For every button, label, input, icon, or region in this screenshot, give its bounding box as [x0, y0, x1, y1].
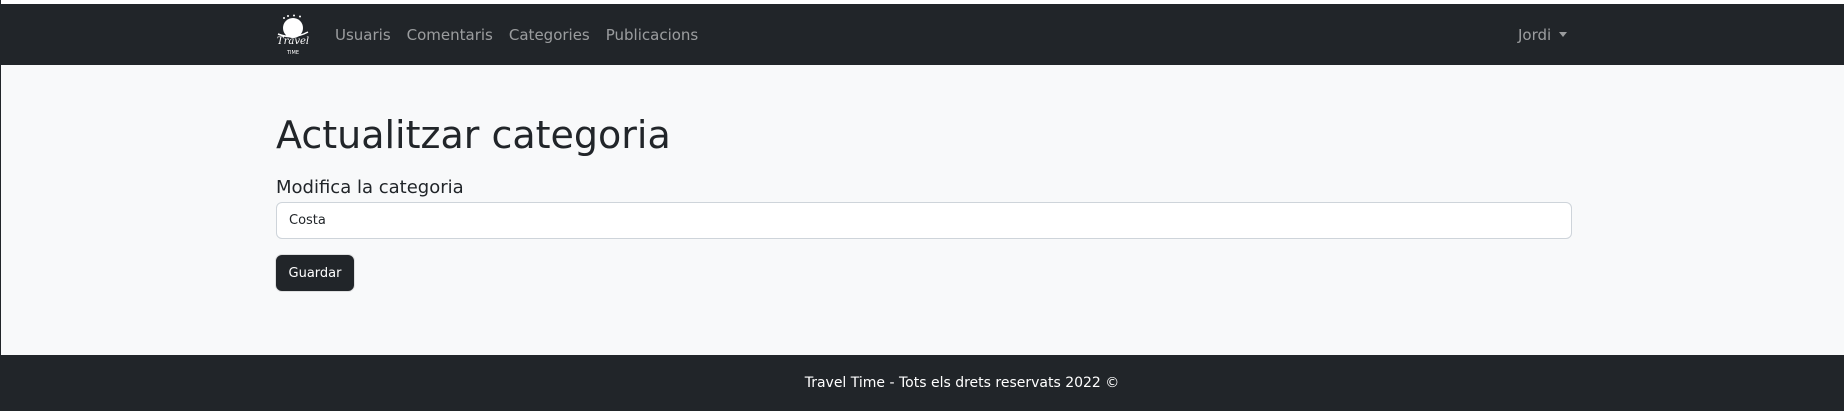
footer-copyright: Travel Time - Tots els drets reservats 2… — [804, 375, 1120, 391]
page-footer: Travel Time - Tots els drets reservats 2… — [0, 355, 1844, 411]
travel-time-logo[interactable]: Travel TIME — [275, 14, 311, 56]
caret-down-icon — [1559, 32, 1568, 37]
travel-time-logo-icon: Travel TIME — [277, 14, 309, 56]
category-field-label: Modifica la categoria — [276, 177, 464, 198]
top-navbar: Travel TIME Usuaris Comentaris Categorie… — [0, 4, 1844, 65]
nav-link-usuaris[interactable]: Usuaris — [335, 26, 391, 44]
page-title: Actualitzar categoria — [276, 113, 671, 157]
user-dropdown-toggle[interactable]: Jordi — [1518, 4, 1568, 65]
logo-text-top: Travel — [277, 36, 309, 47]
logo-text-bottom: TIME — [286, 50, 299, 56]
user-name: Jordi — [1518, 25, 1552, 44]
nav-link-comentaris[interactable]: Comentaris — [407, 26, 493, 44]
nav-link-categories[interactable]: Categories — [509, 26, 590, 44]
save-button[interactable]: Guardar — [276, 255, 354, 291]
window-left-edge — [0, 0, 1, 411]
nav-link-publicacions[interactable]: Publicacions — [606, 26, 699, 44]
nav-links: Usuaris Comentaris Categories Publicacio… — [335, 4, 714, 65]
category-input[interactable] — [276, 202, 1572, 239]
